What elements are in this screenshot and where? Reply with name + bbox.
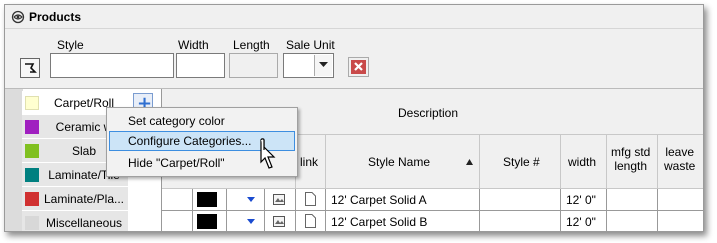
sale-unit-select[interactable] bbox=[283, 53, 334, 78]
category-color-swatch bbox=[197, 192, 217, 207]
style-number-cell[interactable] bbox=[480, 211, 561, 231]
mfg-std-length-cell[interactable] bbox=[607, 211, 658, 231]
header-link[interactable]: link bbox=[296, 135, 326, 189]
style-number-cell[interactable] bbox=[480, 189, 561, 211]
style-name-cell[interactable]: 12' Carpet Solid B bbox=[326, 211, 480, 231]
length-label: Length bbox=[233, 38, 270, 52]
pin-icon bbox=[25, 63, 37, 73]
color-cell[interactable] bbox=[193, 189, 227, 211]
row-cell bbox=[162, 211, 193, 231]
image-cell[interactable] bbox=[265, 211, 296, 231]
red-x-icon bbox=[351, 60, 366, 74]
sale-unit-dropdown-button[interactable] bbox=[314, 55, 332, 76]
products-window: Products Style Width Length Sale Unit Ca… bbox=[4, 4, 704, 232]
header-width[interactable]: width bbox=[561, 135, 607, 189]
mouse-pointer-icon bbox=[260, 138, 276, 169]
sort-ascending-icon bbox=[466, 159, 473, 165]
category-color-swatch bbox=[25, 192, 39, 206]
header-leave-waste[interactable]: leave waste bbox=[658, 135, 703, 189]
link-cell[interactable] bbox=[296, 211, 326, 231]
category-color-swatch bbox=[25, 216, 39, 230]
chevron-down-icon bbox=[247, 219, 255, 224]
leave-waste-cell[interactable] bbox=[658, 211, 703, 231]
window-title: Products bbox=[29, 10, 82, 24]
sale-unit-label: Sale Unit bbox=[286, 38, 335, 52]
category-color-swatch bbox=[25, 168, 39, 182]
products-icon bbox=[11, 10, 25, 24]
image-icon bbox=[273, 194, 285, 205]
document-icon bbox=[305, 214, 316, 228]
leave-waste-cell[interactable] bbox=[658, 189, 703, 211]
style-label: Style bbox=[57, 38, 84, 52]
category-color-swatch bbox=[25, 144, 39, 158]
document-icon bbox=[305, 192, 316, 206]
pin-button[interactable] bbox=[20, 58, 40, 78]
style-name-cell[interactable]: 12' Carpet Solid A bbox=[326, 189, 480, 211]
dropdown-cell[interactable] bbox=[227, 189, 265, 211]
header-style-name[interactable]: Style Name bbox=[326, 135, 480, 189]
image-cell[interactable] bbox=[265, 189, 296, 211]
header-mfg-std-length[interactable]: mfg std length bbox=[607, 135, 658, 189]
menu-item-set-category-color[interactable]: Set category color bbox=[109, 111, 295, 131]
link-cell[interactable] bbox=[296, 189, 326, 211]
category-color-swatch bbox=[25, 120, 39, 134]
header-style-number[interactable]: Style # bbox=[480, 135, 561, 189]
width-label: Width bbox=[178, 38, 209, 52]
mfg-std-length-cell[interactable] bbox=[607, 189, 658, 211]
category-color-swatch bbox=[25, 96, 39, 110]
category-color-swatch bbox=[197, 214, 217, 229]
image-icon bbox=[273, 216, 285, 227]
filter-bar: Style Width Length Sale Unit bbox=[5, 30, 703, 88]
chevron-down-icon bbox=[319, 62, 328, 67]
clear-filters-button[interactable] bbox=[348, 57, 369, 77]
category-item[interactable]: Laminate/Pla... bbox=[22, 187, 128, 211]
panel-gutter bbox=[5, 89, 23, 231]
width-input[interactable] bbox=[176, 53, 225, 78]
chevron-down-icon bbox=[247, 197, 255, 202]
width-cell[interactable]: 12' 0" bbox=[561, 211, 607, 231]
title-bar: Products bbox=[5, 5, 703, 29]
category-item[interactable]: Miscellaneous bbox=[22, 211, 128, 231]
length-input[interactable] bbox=[229, 53, 278, 78]
color-cell[interactable] bbox=[193, 211, 227, 231]
row-cell bbox=[162, 189, 193, 211]
style-input[interactable] bbox=[50, 53, 174, 78]
dropdown-cell[interactable] bbox=[227, 211, 265, 231]
width-cell[interactable]: 12' 0" bbox=[561, 189, 607, 211]
